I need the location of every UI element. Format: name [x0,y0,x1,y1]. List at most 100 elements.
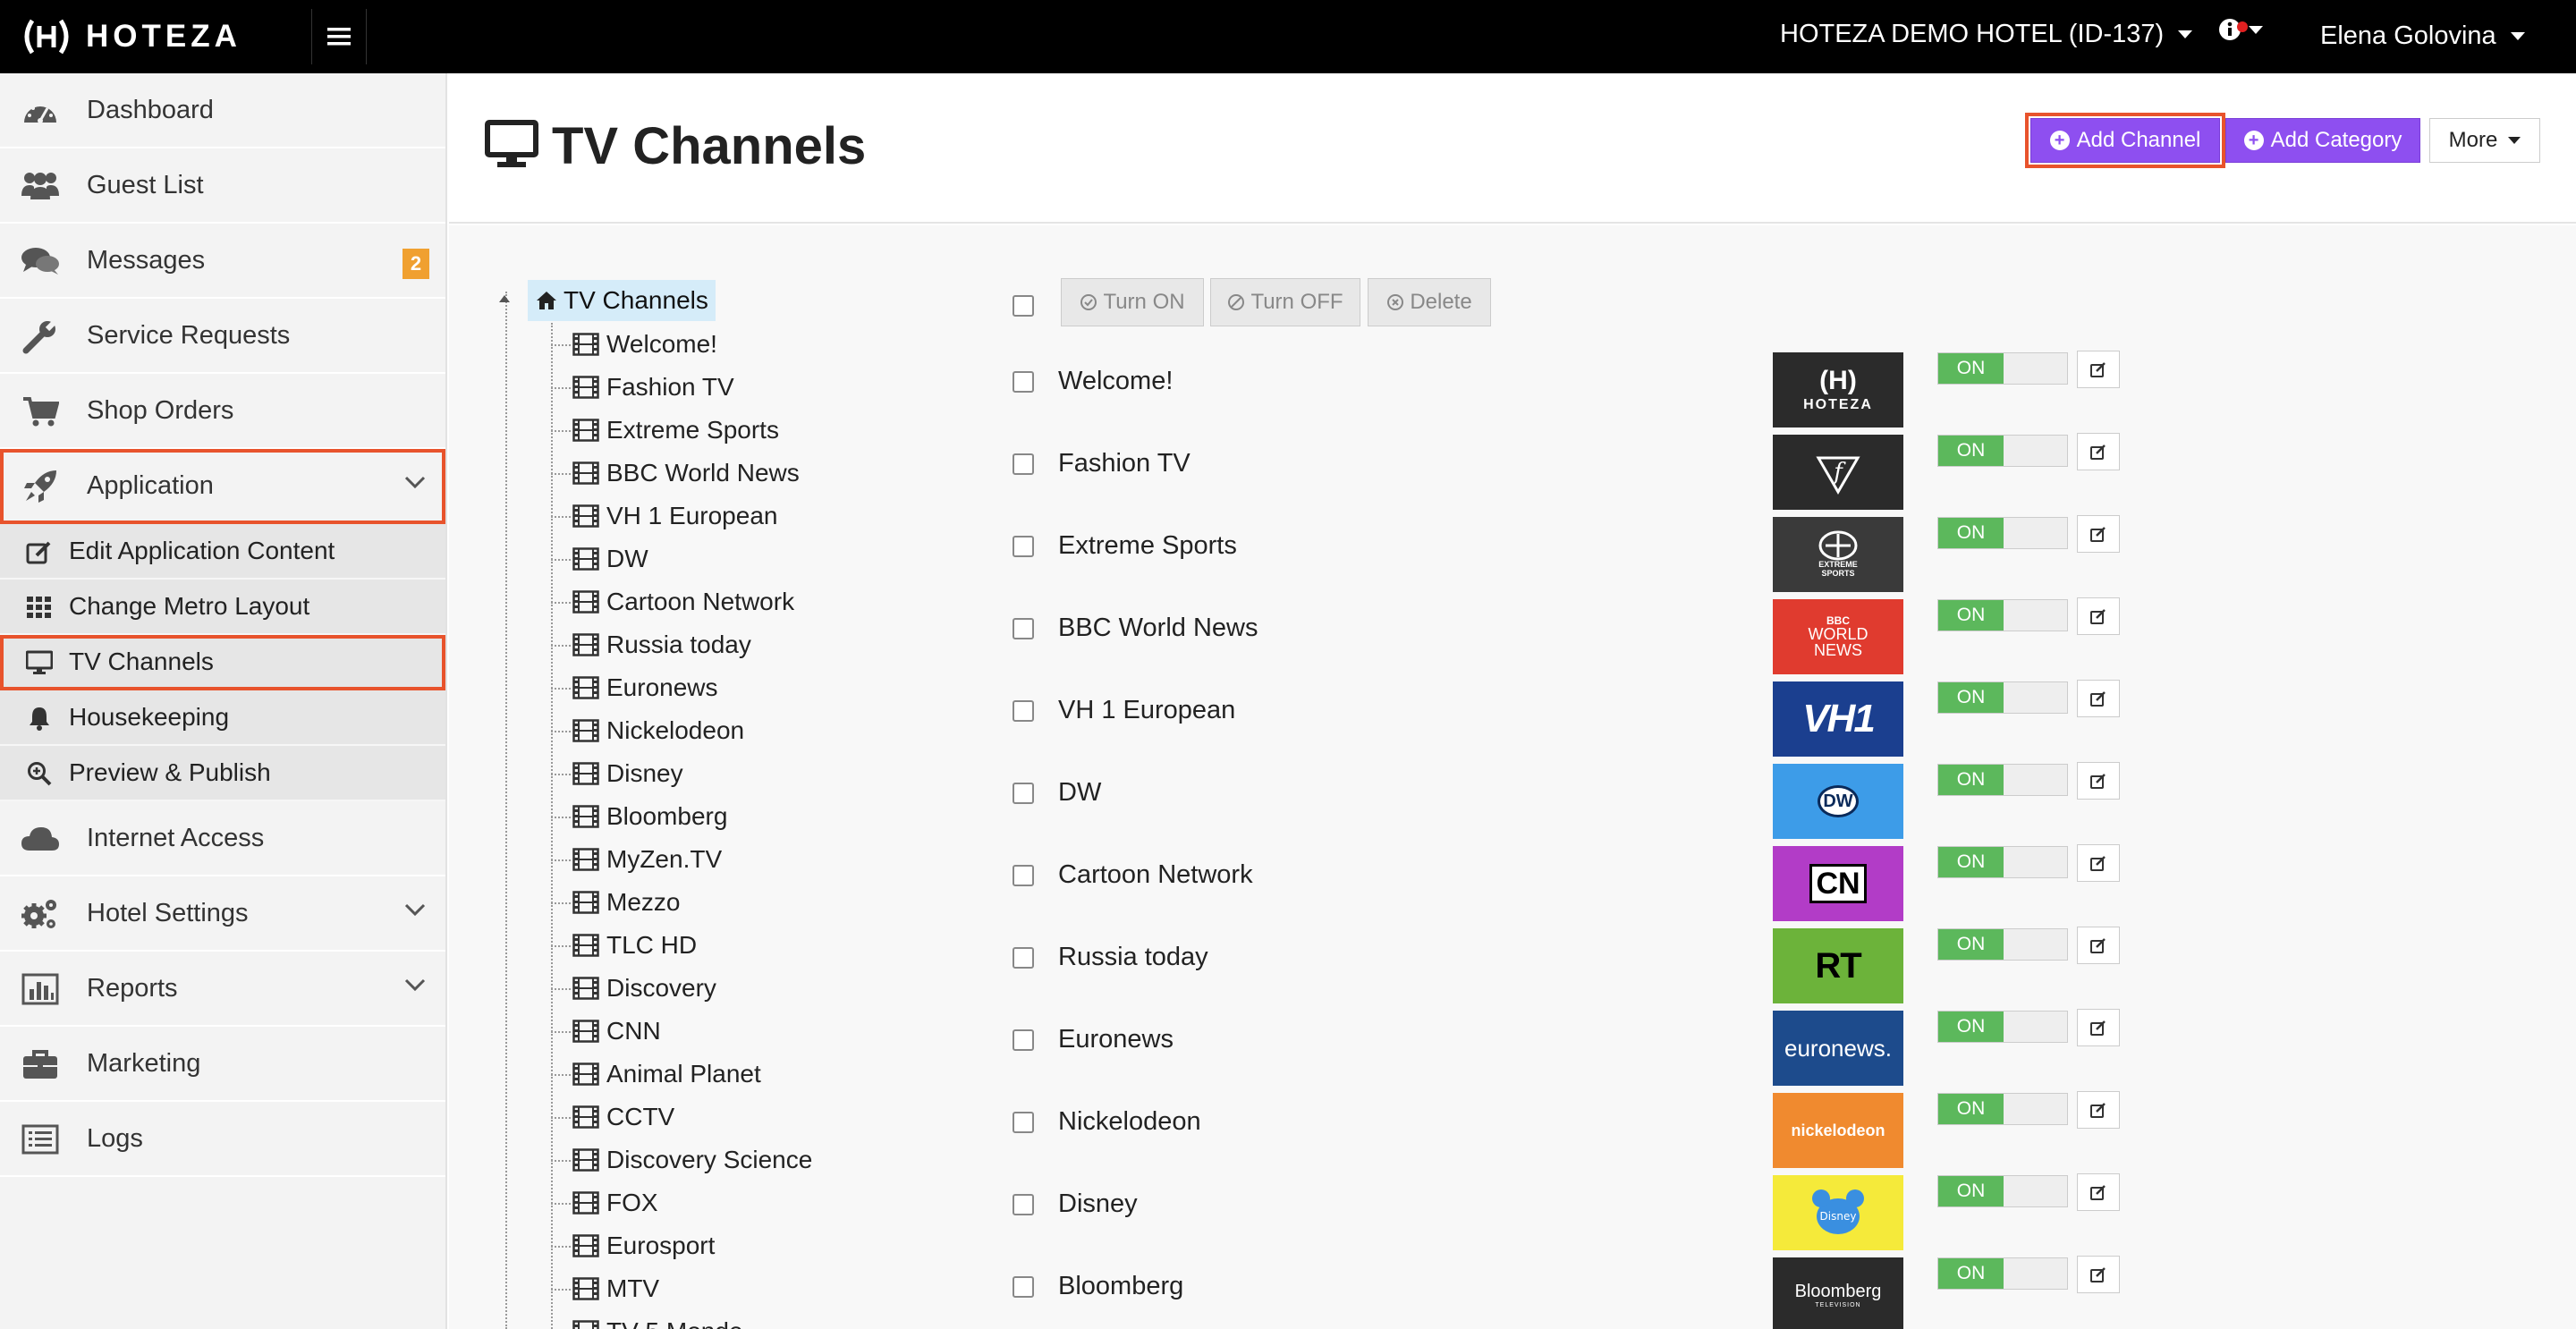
toggle-on-label: ON [1938,847,2004,877]
sidebar-item-dashboard[interactable]: Dashboard [0,73,445,148]
channel-checkbox[interactable] [1013,1112,1034,1133]
edit-channel-button[interactable] [2077,515,2120,553]
sidebar-subitem-edit-application-content[interactable]: Edit Application Content [0,524,445,580]
channel-checkbox[interactable] [1013,1276,1034,1298]
sidebar-subitem-change-metro-layout[interactable]: Change Metro Layout [0,580,445,635]
sidebar-item-reports[interactable]: Reports [0,952,445,1027]
channel-status-toggle[interactable]: ON [1937,1257,2068,1290]
sidebar-item-logs[interactable]: Logs [0,1102,445,1177]
sidebar-subitem-preview-publish[interactable]: Preview & Publish [0,746,445,801]
tree-node[interactable]: MTV [551,1267,909,1310]
tree-node[interactable]: BBC World News [551,452,909,495]
select-all-checkbox[interactable] [1013,295,1034,317]
tree-node[interactable]: Fashion TV [551,366,909,409]
edit-channel-button[interactable] [2077,1091,2120,1129]
hoteza-logo[interactable]: HOTEZA [20,14,242,59]
menu-toggle-button[interactable] [311,9,367,64]
edit-channel-button[interactable] [2077,844,2120,882]
tree-node-label: Nickelodeon [606,716,745,744]
channel-checkbox[interactable] [1013,1029,1034,1051]
channel-checkbox[interactable] [1013,371,1034,393]
edit-channel-button[interactable] [2077,351,2120,388]
edit-channel-button[interactable] [2077,680,2120,717]
sidebar-subitem-housekeeping[interactable]: Housekeeping [0,690,445,746]
tree-node[interactable]: Disney [551,752,909,795]
tree-node[interactable]: Eurosport [551,1224,909,1267]
channel-checkbox[interactable] [1013,618,1034,639]
users-icon [20,166,61,206]
tree-node[interactable]: Cartoon Network [551,580,909,623]
hotel-selector[interactable]: HOTEZA DEMO HOTEL (ID-137) [1780,20,2193,49]
tree-node[interactable]: Bloomberg [551,795,909,838]
channel-status-toggle[interactable]: ON [1937,1175,2068,1207]
tree-node[interactable]: Discovery [551,967,909,1010]
tree-node[interactable]: VH 1 European [551,495,909,538]
tree-node[interactable]: Extreme Sports [551,409,909,452]
add-channel-button[interactable]: + Add Channel [2025,113,2225,168]
tree-node[interactable]: Russia today [551,623,909,666]
sidebar-item-shop-orders[interactable]: Shop Orders [0,374,445,449]
channel-status-toggle[interactable]: ON [1937,1011,2068,1043]
channel-checkbox[interactable] [1013,947,1034,969]
sidebar-item-messages[interactable]: Messages 2 [0,224,445,299]
channel-status-toggle[interactable]: ON [1937,517,2068,549]
tree-node[interactable]: Welcome! [551,323,909,366]
edit-channel-button[interactable] [2077,1009,2120,1046]
tree-node[interactable]: Euronews [551,666,909,709]
tree-node[interactable]: Mezzo [551,881,909,924]
channel-status-toggle[interactable]: ON [1937,599,2068,631]
tree-node[interactable]: CNN [551,1010,909,1053]
channel-checkbox[interactable] [1013,783,1034,804]
edit-channel-button[interactable] [2077,433,2120,470]
tree-node[interactable]: Discovery Science [551,1139,909,1181]
add-category-button[interactable]: + Add Category [2225,118,2420,163]
user-menu[interactable]: Elena Golovina [2320,21,2525,51]
tree-connector [551,1074,571,1076]
edit-channel-button[interactable] [2077,1173,2120,1211]
info-menu[interactable] [2218,18,2263,41]
sidebar-item-internet-access[interactable]: Internet Access [0,801,445,876]
tree-node[interactable]: Nickelodeon [551,709,909,752]
edit-channel-button[interactable] [2077,927,2120,964]
channel-status-toggle[interactable]: ON [1937,681,2068,714]
tree-node[interactable]: CCTV [551,1096,909,1139]
edit-channel-button[interactable] [2077,762,2120,800]
edit-channel-button[interactable] [2077,597,2120,635]
channel-checkbox[interactable] [1013,865,1034,886]
tree-node[interactable]: Animal Planet [551,1053,909,1096]
sidebar-item-hotel-settings[interactable]: Hotel Settings [0,876,445,952]
turn-off-button[interactable]: Turn OFF [1210,278,1360,326]
tree-node[interactable]: DW [551,538,909,580]
channel-status-toggle[interactable]: ON [1937,352,2068,385]
tree-collapse-icon[interactable] [499,295,510,302]
sidebar-item-marketing[interactable]: Marketing [0,1027,445,1102]
sidebar-subitem-label: Preview & Publish [69,758,271,786]
tree-node[interactable]: MyZen.TV [551,838,909,881]
channel-status-toggle[interactable]: ON [1937,1093,2068,1125]
tree-root-tv-channels[interactable]: TV Channels [528,280,716,321]
sidebar-item-guest-list[interactable]: Guest List [0,148,445,224]
tree-node-label: TV 5 Monde [606,1317,743,1329]
channel-status-toggle[interactable]: ON [1937,435,2068,467]
list-icon [20,1120,61,1159]
channel-name: Nickelodeon [1058,1107,1201,1136]
turn-on-button[interactable]: Turn ON [1061,278,1204,326]
tree-node-label: Extreme Sports [606,416,779,444]
tree-node[interactable]: FOX [551,1181,909,1224]
sidebar-item-application[interactable]: Application [0,449,445,524]
tree-node[interactable]: TLC HD [551,924,909,967]
channel-status-toggle[interactable]: ON [1937,764,2068,796]
edit-channel-button[interactable] [2077,1256,2120,1293]
channel-status-toggle[interactable]: ON [1937,928,2068,961]
sidebar-item-service-requests[interactable]: Service Requests [0,299,445,374]
more-dropdown-button[interactable]: More [2429,118,2540,163]
sidebar-subitem-tv-channels[interactable]: TV Channels [0,635,445,690]
channel-checkbox[interactable] [1013,453,1034,475]
channel-checkbox[interactable] [1013,700,1034,722]
tree-node[interactable]: TV 5 Monde [551,1310,909,1329]
channel-checkbox[interactable] [1013,1194,1034,1215]
channel-status-toggle[interactable]: ON [1937,846,2068,878]
delete-button[interactable]: Delete [1368,278,1491,326]
channel-checkbox[interactable] [1013,536,1034,557]
film-icon [572,376,599,399]
